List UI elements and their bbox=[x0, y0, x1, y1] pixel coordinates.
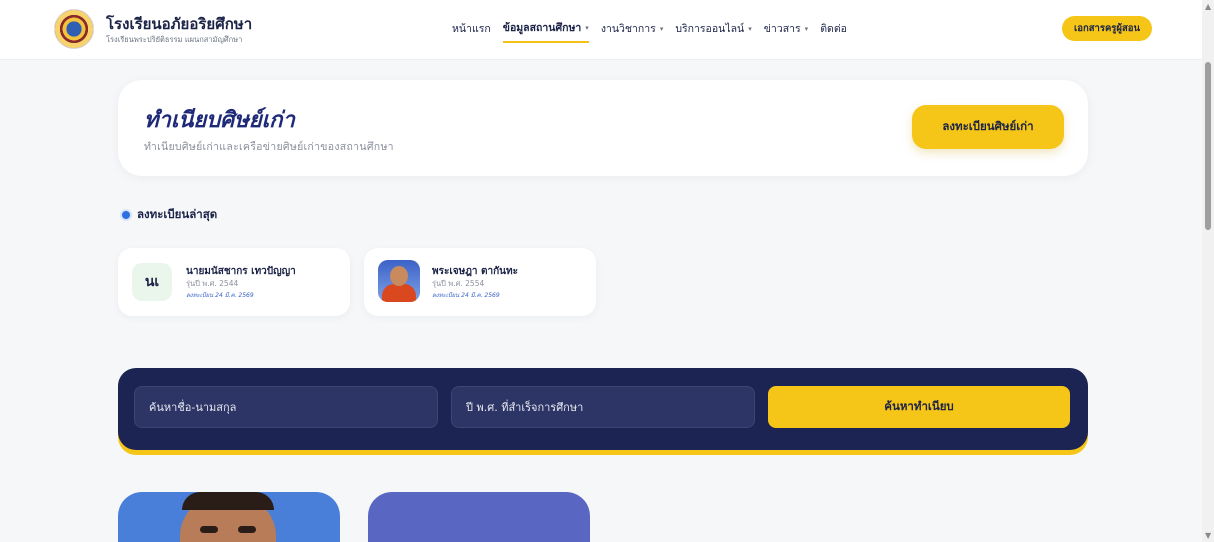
recent-alumni-card[interactable]: พระเจษฎา ตากันทะ รุ่นปี พ.ศ. 2554 ลงทะเบ… bbox=[364, 248, 596, 316]
eye-shape bbox=[200, 526, 218, 533]
page-scrollbar[interactable]: ▲ ▼ bbox=[1202, 0, 1214, 542]
alumni-registered-date: ลงทะเบียน 24 มี.ค. 2569 bbox=[186, 292, 254, 299]
school-logo[interactable] bbox=[54, 9, 94, 49]
nav-item-label: งานวิชาการ bbox=[600, 23, 656, 35]
recent-registrations-heading: ลงทะเบียนล่าสุด bbox=[122, 206, 217, 224]
chevron-down-icon: ▾ bbox=[585, 23, 589, 32]
scroll-up-icon[interactable]: ▲ bbox=[1205, 2, 1211, 11]
nav-item-label: ติดต่อ bbox=[820, 23, 847, 35]
page-subtitle: ทำเนียบศิษย์เก่าและเครือข่ายศิษย์เก่าของ… bbox=[144, 141, 394, 153]
recent-heading-label: ลงทะเบียนล่าสุด bbox=[137, 207, 218, 221]
alumni-name: พระเจษฎา ตากันทะ bbox=[432, 266, 518, 277]
monk-robe-shape bbox=[382, 284, 416, 302]
eye-shape bbox=[238, 526, 256, 533]
avatar bbox=[378, 260, 420, 302]
chevron-down-icon: ▾ bbox=[804, 24, 809, 33]
face-shape bbox=[390, 266, 408, 286]
graduation-year-input[interactable] bbox=[451, 386, 755, 428]
alumni-profile-card[interactable] bbox=[118, 492, 340, 542]
alumni-class-year: รุ่นปี พ.ศ. 2544 bbox=[186, 279, 239, 288]
scroll-down-icon[interactable]: ▼ bbox=[1205, 531, 1211, 540]
page-title: ทำเนียบศิษย์เก่า bbox=[144, 108, 295, 133]
nav-item-online-services[interactable]: บริการออนไลน์ ▾ bbox=[675, 20, 751, 42]
alumni-search-panel: ค้นหาทำเนียบ bbox=[118, 368, 1088, 450]
nav-item-label: บริการออนไลน์ bbox=[675, 23, 745, 35]
search-directory-button[interactable]: ค้นหาทำเนียบ bbox=[768, 386, 1070, 428]
nav-item-academic[interactable]: งานวิชาการ ▾ bbox=[601, 20, 664, 42]
alumni-hero-card: ทำเนียบศิษย์เก่า ทำเนียบศิษย์เก่าและเครื… bbox=[118, 80, 1088, 176]
chevron-down-icon: ▾ bbox=[748, 24, 752, 33]
register-alumni-button[interactable]: ลงทะเบียนศิษย์เก่า bbox=[912, 105, 1064, 149]
name-search-input[interactable] bbox=[134, 386, 438, 428]
main-nav: หน้าแรก ข้อมูลสถานศึกษา ▾ งานวิชาการ ▾ บ… bbox=[452, 19, 847, 43]
alumni-profile-card[interactable] bbox=[368, 492, 590, 542]
avatar: นเ bbox=[132, 263, 172, 301]
scrollbar-thumb[interactable] bbox=[1205, 62, 1211, 230]
alumni-registered-date: ลงทะเบียน 24 มี.ค. 2569 bbox=[432, 292, 500, 299]
portrait-hair-shape bbox=[182, 492, 274, 510]
nav-item-news[interactable]: ข่าวสาร ▾ bbox=[764, 20, 808, 42]
nav-item-contact[interactable]: ติดต่อ bbox=[820, 20, 847, 42]
site-header: โรงเรียนอภัยอริยศึกษา โรงเรียนพระปริยัติ… bbox=[0, 0, 1202, 60]
chevron-down-icon: ▾ bbox=[659, 24, 664, 33]
portrait-eyes bbox=[200, 526, 256, 534]
brand-title[interactable]: โรงเรียนอภัยอริยศึกษา bbox=[106, 12, 252, 36]
brand-subtitle: โรงเรียนพระปริยัติธรรม แผนกสามัญศึกษา bbox=[106, 35, 243, 44]
nav-item-label: ข่าวสาร bbox=[763, 23, 801, 35]
recent-alumni-card[interactable]: นเ นายมนัสชากร เทวปัญญา รุ่นปี พ.ศ. 2544… bbox=[118, 248, 350, 316]
alumni-name: นายมนัสชากร เทวปัญญา bbox=[186, 266, 296, 277]
nav-item-label: ข้อมูลสถานศึกษา bbox=[502, 22, 582, 34]
bullet-dot-icon bbox=[122, 211, 130, 219]
nav-item-label: หน้าแรก bbox=[452, 23, 491, 35]
nav-item-school-info[interactable]: ข้อมูลสถานศึกษา ▾ bbox=[502, 19, 589, 43]
alumni-class-year: รุ่นปี พ.ศ. 2554 bbox=[432, 279, 485, 288]
teacher-documents-button[interactable]: เอกสารครูผู้สอน bbox=[1062, 16, 1152, 41]
nav-item-home[interactable]: หน้าแรก bbox=[452, 20, 491, 42]
